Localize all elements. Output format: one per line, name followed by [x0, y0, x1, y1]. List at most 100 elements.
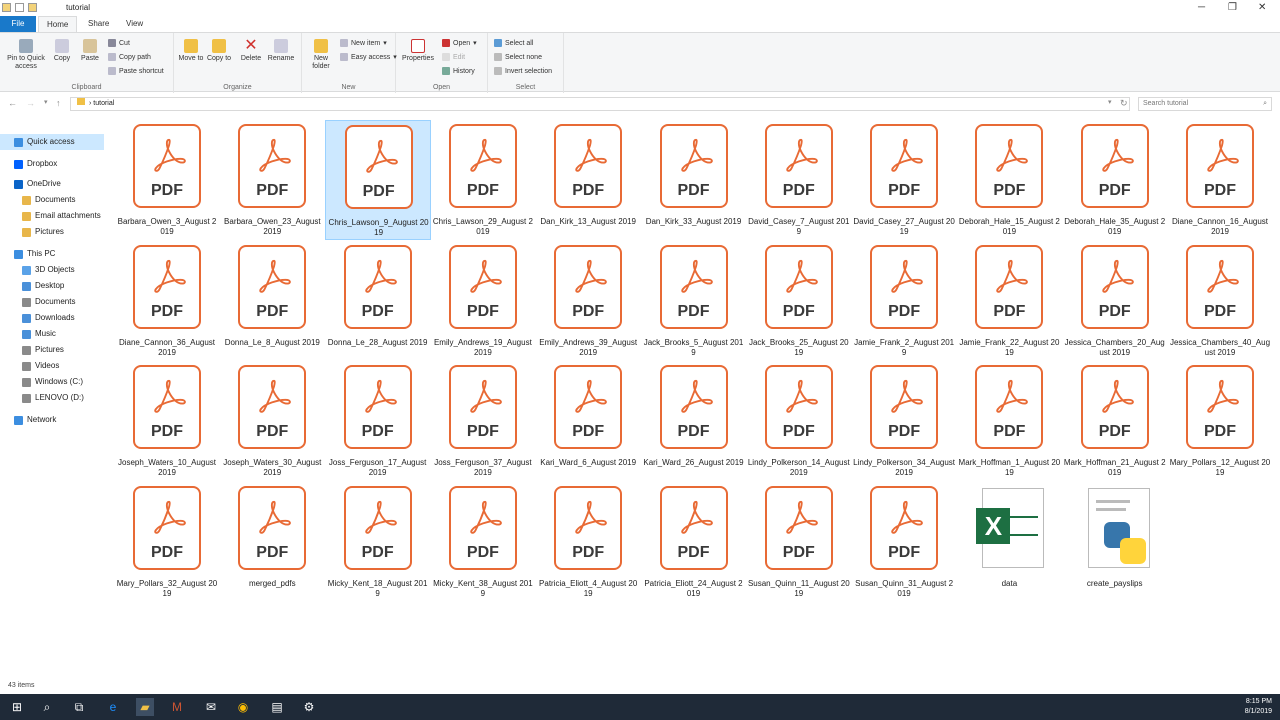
file-explorer-icon[interactable]: ▰ [136, 698, 154, 716]
file-item[interactable]: PDF Diane_Cannon_36_August 2019 [114, 241, 220, 361]
file-item[interactable]: PDF Jamie_Frank_2_August 2019 [851, 241, 957, 361]
file-item[interactable]: PDF Mary_Pollars_32_August 2019 [114, 482, 220, 602]
task-view-icon[interactable]: ⧉ [70, 698, 88, 716]
file-item[interactable]: PDF David_Casey_27_August 2019 [851, 120, 957, 240]
easy-access-button[interactable]: Easy access ▾ [340, 53, 397, 61]
recent-chevron-icon[interactable]: ▾ [44, 98, 48, 106]
pin-quick-access-button[interactable]: Pin to Quick access [4, 39, 48, 71]
select-none-button[interactable]: Select none [494, 53, 542, 61]
sidebar-item[interactable]: Downloads [0, 310, 104, 326]
new-folder-button[interactable]: New folder [306, 39, 336, 71]
sidebar-item[interactable]: Documents [0, 294, 104, 310]
select-all-button[interactable]: Select all [494, 39, 533, 47]
breadcrumb[interactable]: tutorial [93, 100, 114, 107]
file-item[interactable]: PDF Donna_Le_8_August 2019 [219, 241, 325, 361]
sidebar-item[interactable]: Pictures [0, 224, 104, 240]
tab-share[interactable]: Share [80, 16, 117, 32]
paste-button[interactable]: Paste [78, 39, 102, 63]
file-item[interactable]: PDF Susan_Quinn_11_August 2019 [746, 482, 852, 602]
new-folder-icon[interactable] [28, 3, 37, 12]
edit-button[interactable]: Edit [442, 53, 465, 61]
file-item[interactable]: PDF Chris_Lawson_9_August 2019 [324, 120, 431, 240]
file-item[interactable]: PDF Donna_Le_28_August 2019 [325, 241, 431, 361]
sidebar-item[interactable]: Dropbox [0, 156, 104, 172]
rename-button[interactable]: Rename [266, 39, 296, 63]
invert-selection-button[interactable]: Invert selection [494, 67, 552, 75]
tab-view[interactable]: View [118, 16, 151, 32]
properties-button[interactable]: Properties [400, 39, 436, 63]
file-item[interactable]: PDF Joss_Ferguson_37_August 2019 [430, 361, 536, 481]
cut-button[interactable]: Cut [108, 39, 130, 47]
file-item[interactable]: PDF Mark_Hoffman_21_August 2019 [1062, 361, 1168, 481]
file-item[interactable]: PDF Micky_Kent_38_August 2019 [430, 482, 536, 602]
file-item[interactable]: PDF Joseph_Waters_30_August 2019 [219, 361, 325, 481]
sidebar-item[interactable]: Quick access [0, 134, 104, 150]
maximize-button[interactable]: ❐ [1228, 2, 1237, 13]
sidebar-item[interactable]: Email attachments [0, 208, 104, 224]
file-item[interactable]: PDF Mary_Pollars_12_August 2019 [1167, 361, 1273, 481]
minimize-button[interactable]: ─ [1198, 2, 1205, 13]
start-icon[interactable]: ⊞ [8, 698, 26, 716]
file-item[interactable]: PDF Jamie_Frank_22_August 2019 [956, 241, 1062, 361]
file-item[interactable]: PDF Jessica_Chambers_40_August 2019 [1167, 241, 1273, 361]
file-item[interactable]: PDF Chris_Lawson_29_August 2019 [430, 120, 536, 240]
mail-icon[interactable]: ✉ [202, 698, 220, 716]
tab-home[interactable]: Home [38, 16, 78, 32]
sidebar-item[interactable]: Videos [0, 358, 104, 374]
sidebar-item[interactable]: Desktop [0, 278, 104, 294]
tab-file[interactable]: File [0, 16, 36, 32]
history-button[interactable]: History [442, 67, 475, 75]
file-item[interactable]: PDF Joseph_Waters_10_August 2019 [114, 361, 220, 481]
paste-shortcut-button[interactable]: Paste shortcut [108, 67, 164, 75]
file-item[interactable]: PDF Joss_Ferguson_17_August 2019 [325, 361, 431, 481]
file-item[interactable]: PDF David_Casey_7_August 2019 [746, 120, 852, 240]
file-item[interactable]: PDF Patricia_Eliott_4_August 2019 [535, 482, 641, 602]
file-item[interactable]: PDF Dan_Kirk_13_August 2019 [535, 120, 641, 240]
file-item[interactable]: PDF Emily_Andrews_39_August 2019 [535, 241, 641, 361]
file-item[interactable]: PDF Lindy_Polkerson_14_August 2019 [746, 361, 852, 481]
sidebar-item[interactable]: OneDrive [0, 176, 104, 192]
search-input[interactable]: Search tutorial ⌕ [1138, 97, 1272, 111]
file-item[interactable]: PDF Kari_Ward_6_August 2019 [535, 361, 641, 481]
copy-to-button[interactable]: Copy to [206, 39, 232, 63]
back-icon[interactable]: ← [8, 98, 17, 108]
file-item[interactable]: PDF Deborah_Hale_15_August 2019 [956, 120, 1062, 240]
file-item[interactable]: PDF Susan_Quinn_31_August 2019 [851, 482, 957, 602]
delete-button[interactable]: ✕ Delete [238, 38, 264, 63]
chrome-icon[interactable]: ◉ [234, 698, 252, 716]
file-item[interactable]: PDF Barbara_Owen_3_August 2019 [114, 120, 220, 240]
file-item[interactable]: Xdata [956, 482, 1062, 602]
copy-button[interactable]: Copy [50, 39, 74, 63]
file-item[interactable]: PDF Micky_Kent_18_August 2019 [325, 482, 431, 602]
file-item[interactable]: PDF Barbara_Owen_23_August 2019 [219, 120, 325, 240]
sidebar-item[interactable]: Network [0, 412, 104, 428]
move-to-button[interactable]: Move to [178, 39, 204, 63]
sidebar-item[interactable]: Pictures [0, 342, 104, 358]
file-item[interactable]: PDF Dan_Kirk_33_August 2019 [641, 120, 747, 240]
file-item[interactable]: PDF Patricia_Eliott_24_August 2019 [641, 482, 747, 602]
clock[interactable]: 8:15 PM 8/1/2019 [1245, 697, 1272, 717]
copy-path-button[interactable]: Copy path [108, 53, 151, 61]
up-icon[interactable]: ↑ [56, 98, 61, 108]
edge-icon[interactable]: e [104, 698, 122, 716]
mcafee-icon[interactable]: M [168, 698, 186, 716]
file-item[interactable]: PDF Kari_Ward_26_August 2019 [641, 361, 747, 481]
refresh-icon[interactable]: ↻ [1120, 98, 1128, 109]
search-icon[interactable]: ⌕ [38, 698, 56, 716]
file-item[interactable]: PDF Deborah_Hale_35_August 2019 [1062, 120, 1168, 240]
file-item[interactable]: PDF Jack_Brooks_25_August 2019 [746, 241, 852, 361]
file-item[interactable]: PDF Lindy_Polkerson_34_August 2019 [851, 361, 957, 481]
close-button[interactable]: ✕ [1258, 2, 1266, 13]
file-item[interactable]: PDF Emily_Andrews_19_August 2019 [430, 241, 536, 361]
file-item[interactable]: PDF Jessica_Chambers_20_August 2019 [1062, 241, 1168, 361]
chevron-down-icon[interactable]: ▾ [1108, 98, 1112, 106]
document-app-icon[interactable]: ▤ [268, 698, 286, 716]
sidebar-item[interactable]: Windows (C:) [0, 374, 104, 390]
settings-icon[interactable]: ⚙ [300, 698, 318, 716]
new-item-button[interactable]: New item ▾ [340, 39, 387, 47]
sidebar-item[interactable]: 3D Objects [0, 262, 104, 278]
file-item[interactable]: PDF Jack_Brooks_5_August 2019 [641, 241, 747, 361]
forward-icon[interactable]: → [26, 98, 35, 108]
sidebar-item[interactable]: Documents [0, 192, 104, 208]
file-item[interactable]: PDF Mark_Hoffman_1_August 2019 [956, 361, 1062, 481]
